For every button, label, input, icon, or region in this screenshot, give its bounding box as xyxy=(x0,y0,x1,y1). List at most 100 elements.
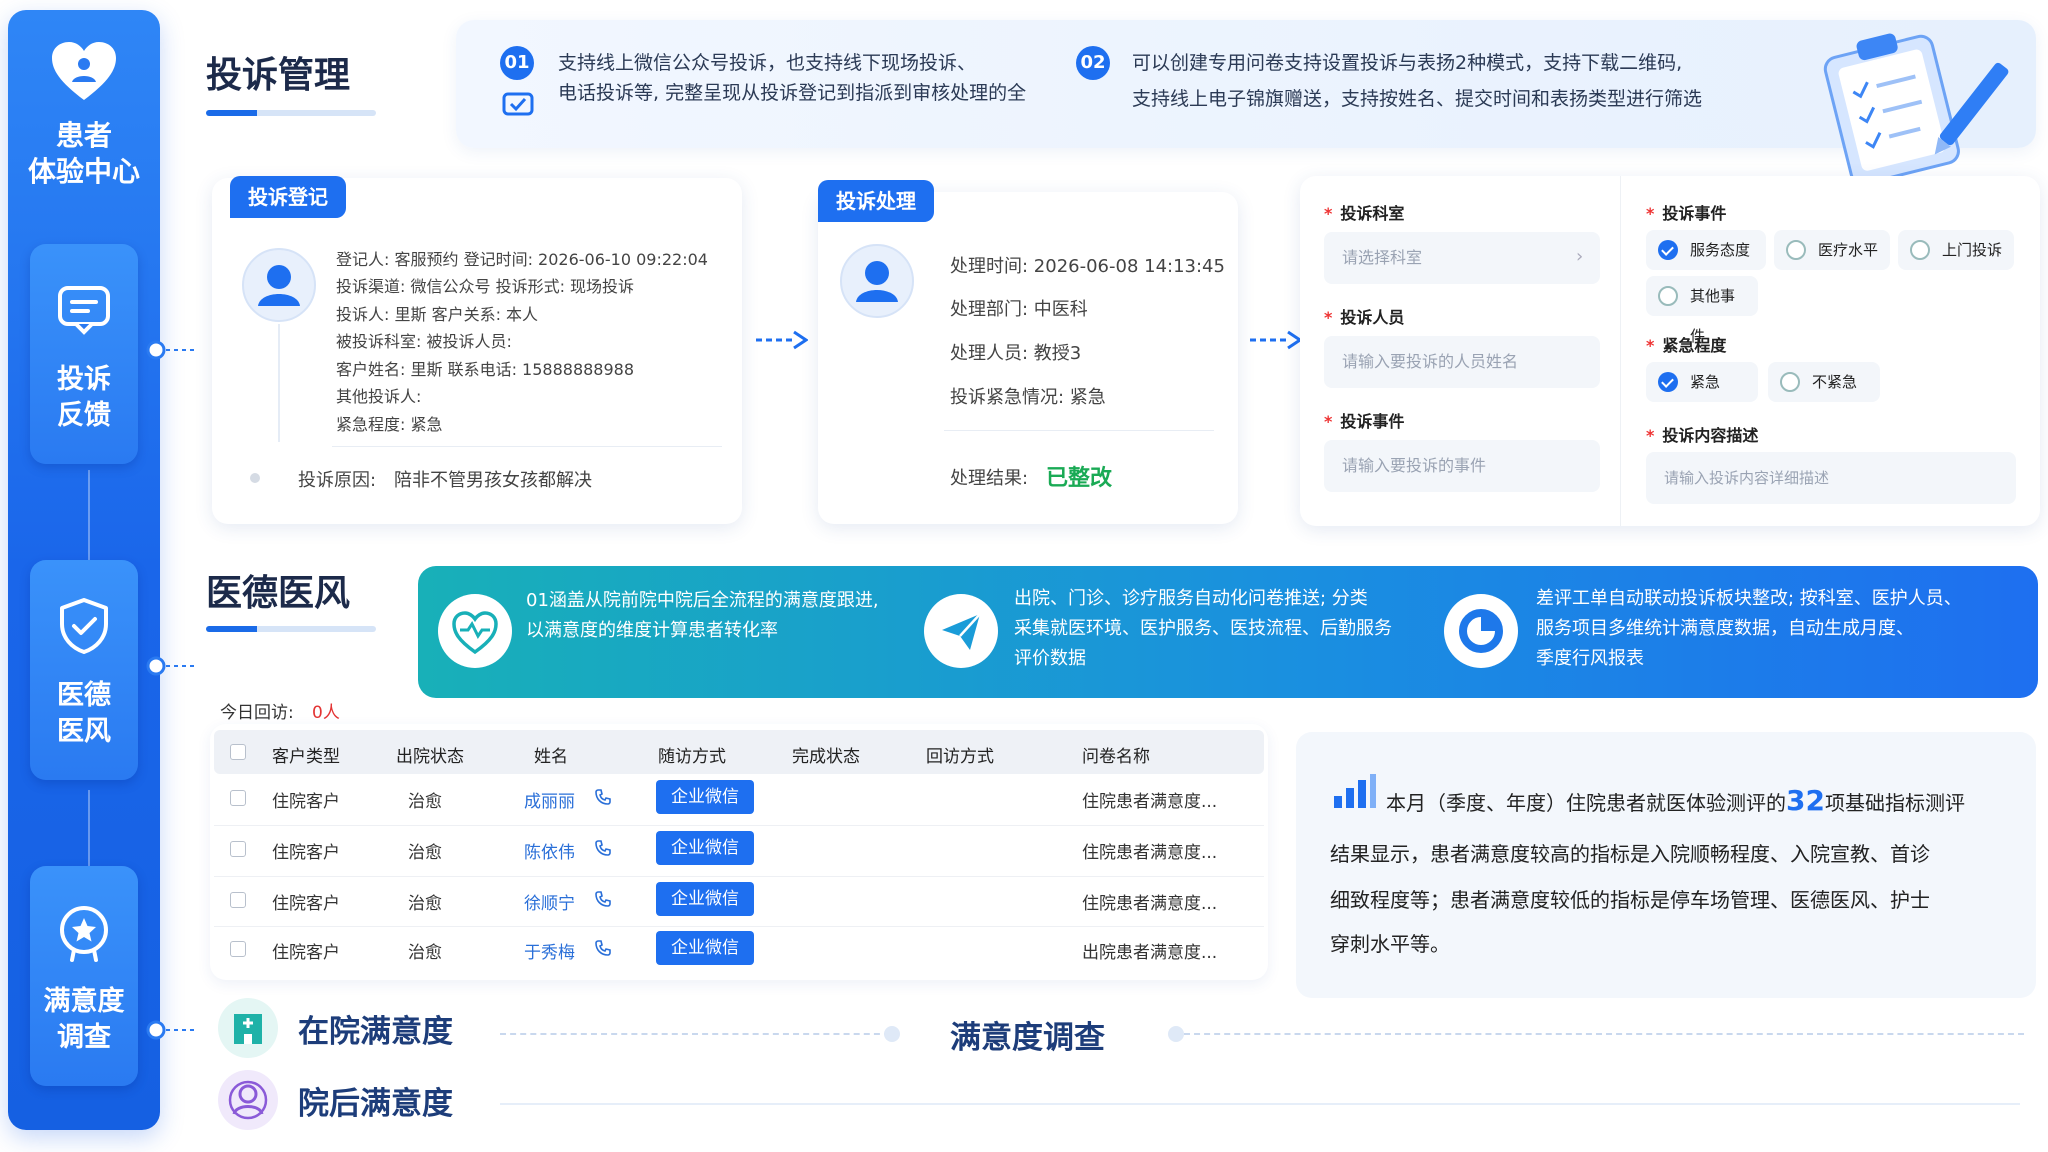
result-label: 处理结果: xyxy=(950,468,1029,489)
section-title-complaint: 投诉管理 xyxy=(206,55,351,96)
radio-checked-icon xyxy=(1658,240,1678,260)
user-icon xyxy=(258,265,300,306)
bullet-dot xyxy=(250,473,260,483)
message-icon xyxy=(58,286,110,335)
radio-home-complaint[interactable]: 上门投诉 xyxy=(1898,230,2014,270)
row-checkbox[interactable] xyxy=(230,790,246,806)
cell-status: 治愈 xyxy=(408,894,442,914)
row-checkbox[interactable] xyxy=(230,892,246,908)
dashed-line xyxy=(1184,1033,2024,1035)
radio-service-attitude[interactable]: 服务态度 xyxy=(1646,230,1766,270)
banner-text: 支持线上微信公众号投诉，也支持线下现场投诉、 xyxy=(558,52,977,74)
sidebar-item-label: 投诉 xyxy=(57,364,111,395)
radio-not-urgent[interactable]: 不紧急 xyxy=(1768,362,1880,402)
in-hospital-satisfaction[interactable]: 在院满意度 xyxy=(298,1006,453,1051)
event-input[interactable]: 请输入要投诉的事件 xyxy=(1324,440,1600,492)
cell-name-link[interactable]: 徐顺宁 xyxy=(524,889,575,914)
radio-other-event[interactable]: 其他事件 xyxy=(1646,276,1758,345)
cell-name-link[interactable]: 陈依伟 xyxy=(524,838,575,863)
option-label: 紧急 xyxy=(1690,373,1721,391)
phone-icon[interactable] xyxy=(594,839,612,857)
after-hospital-satisfaction[interactable]: 院后满意度 xyxy=(298,1078,453,1123)
process-line: 处理部门: 中医科 xyxy=(950,299,1088,320)
connector-dot xyxy=(146,656,196,676)
user-icon xyxy=(856,261,898,302)
radio-medical-level[interactable]: 医疗水平 xyxy=(1774,230,1890,270)
satisfaction-summary-card: 本月（季度、年度）住院患者就医体验测评的32项基础指标测评 结果显示，患者满意度… xyxy=(1296,732,2036,998)
sidebar-item-label: 满意度 xyxy=(43,986,125,1017)
chevron-right-icon: › xyxy=(1576,246,1584,267)
column-header: 完成状态 xyxy=(792,747,860,767)
process-line: 投诉紧急情况: 紧急 xyxy=(950,387,1106,408)
sidebar-title-line2: 体验中心 xyxy=(27,155,140,188)
avatar xyxy=(242,248,316,322)
connector-dot xyxy=(146,340,196,360)
wecom-button[interactable]: 企业微信 xyxy=(656,831,754,865)
register-line: 客户姓名: 里斯 联系电话: 15888888988 xyxy=(336,360,635,379)
today-count: 0人 xyxy=(312,703,340,723)
divider xyxy=(944,430,1214,431)
column-header: 回访方式 xyxy=(926,747,994,767)
cell-survey: 住院患者满意度... xyxy=(1082,792,1218,812)
arrow-right-icon xyxy=(756,330,808,350)
summary-text: 项基础指标测评 xyxy=(1824,791,1965,815)
bar-chart-icon xyxy=(1334,774,1376,808)
reason-label: 投诉原因: xyxy=(298,470,377,491)
field-label: 投诉人员 xyxy=(1324,304,1404,328)
row-divider xyxy=(214,926,1264,927)
reason-value: 陪非不管男孩女孩都解决 xyxy=(394,470,592,491)
field-label: 投诉事件 xyxy=(1646,200,1726,224)
sidebar-item-complaint[interactable]: 投诉 反馈 xyxy=(30,244,138,464)
process-line: 处理时间: 2026-06-08 14:13:45 xyxy=(950,256,1225,277)
wecom-button[interactable]: 企业微信 xyxy=(656,931,754,965)
cell-name-link[interactable]: 于秀梅 xyxy=(524,938,575,963)
dashed-line xyxy=(500,1033,890,1035)
sidebar-header: 患者 体验中心 xyxy=(8,40,160,190)
radio-icon xyxy=(1780,372,1800,392)
dept-select[interactable]: 请选择科室 xyxy=(1324,232,1600,284)
column-header: 出院状态 xyxy=(396,747,464,767)
arrow-right-icon xyxy=(1250,330,1302,350)
phone-icon[interactable] xyxy=(594,788,612,806)
cell-name-link[interactable]: 成丽丽 xyxy=(524,787,575,812)
result-value: 已整改 xyxy=(1046,466,1113,491)
process-line: 处理人员: 教授3 xyxy=(950,343,1082,364)
wecom-button[interactable]: 企业微信 xyxy=(656,882,754,916)
banner-text: 可以创建专用问卷支持设置投诉与表扬2种模式，支持下载二维码, xyxy=(1132,52,1683,74)
sidebar-item-label: 调查 xyxy=(57,1022,111,1053)
summary-text: 结果显示，患者满意度较高的指标是入院顺畅程度、入院宣教、首诊 xyxy=(1330,842,1930,866)
select-all-checkbox[interactable] xyxy=(230,744,246,760)
ribbon-text: 出院、门诊、诊疗服务自动化问卷推送; 分类 xyxy=(1014,588,1368,609)
radio-icon xyxy=(1658,286,1678,306)
register-line: 紧急程度: 紧急 xyxy=(336,415,443,434)
cell-type: 住院客户 xyxy=(272,943,340,963)
sidebar-item-ethics[interactable]: 医德 医风 xyxy=(30,560,138,780)
complaint-form-card: 投诉科室 请选择科室 › 投诉人员 请输入要投诉的人员姓名 投诉事件 请输入要投… xyxy=(1300,176,2040,526)
divider-line xyxy=(500,1103,2020,1105)
row-checkbox[interactable] xyxy=(230,941,246,957)
option-label: 上门投诉 xyxy=(1942,241,2003,259)
radio-urgent[interactable]: 紧急 xyxy=(1646,362,1758,402)
row-checkbox[interactable] xyxy=(230,841,246,857)
sidebar-item-label: 反馈 xyxy=(57,400,111,431)
section-title-ethics: 医德医风 xyxy=(206,573,351,614)
banner-text: 电话投诉等, 完整呈现从投诉登记到指派到审核处理的全 xyxy=(558,82,1027,104)
sidebar-item-label: 医德 xyxy=(57,680,111,711)
phone-icon[interactable] xyxy=(594,890,612,908)
desc-textarea[interactable]: 请输入投诉内容详细描述 xyxy=(1646,452,2016,504)
phone-icon[interactable] xyxy=(594,939,612,957)
sidebar-item-satisfaction[interactable]: 满意度 调查 xyxy=(30,866,138,1086)
sidebar-divider xyxy=(88,470,90,570)
radio-icon xyxy=(1910,240,1930,260)
send-icon xyxy=(924,594,998,668)
today-label: 今日回访: xyxy=(220,703,294,723)
cell-status: 治愈 xyxy=(408,843,442,863)
wecom-button[interactable]: 企业微信 xyxy=(656,780,754,814)
complaint-process-card: 投诉处理 处理时间: 2026-06-08 14:13:45 处理部门: 中医科… xyxy=(818,180,1238,524)
person-input[interactable]: 请输入要投诉的人员姓名 xyxy=(1324,336,1600,388)
field-label: 投诉内容描述 xyxy=(1646,422,1758,446)
avatar-line xyxy=(278,324,280,442)
banner-text: 支持线上电子锦旗赠送，支持按姓名、提交时间和表扬类型进行筛选 xyxy=(1132,88,1703,110)
cell-type: 住院客户 xyxy=(272,843,340,863)
pie-chart-icon xyxy=(1444,594,1518,668)
